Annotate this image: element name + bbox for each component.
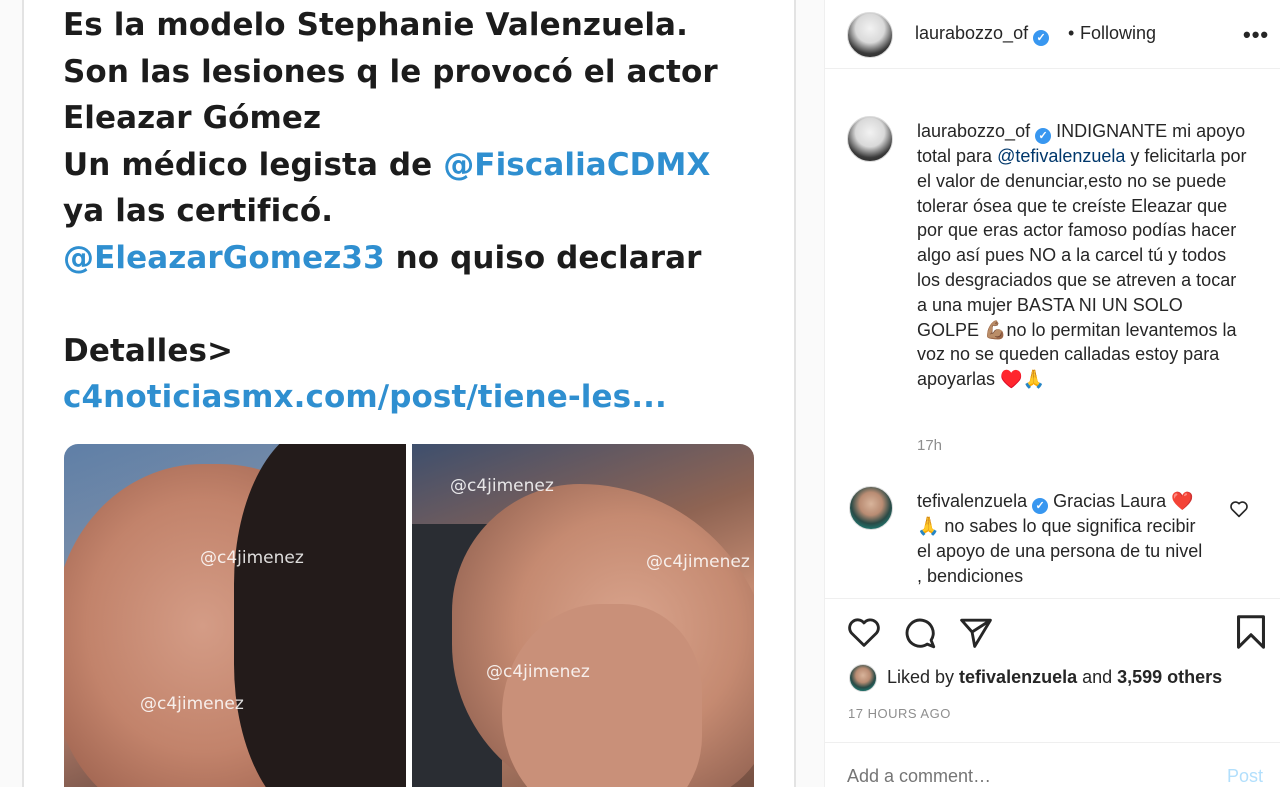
likes-prefix: Liked by — [887, 667, 960, 687]
verified-badge-icon: ✓ — [1032, 498, 1049, 514]
tweet-photo-face: @c4jimenez @c4jimenez — [64, 444, 406, 787]
post-timestamp[interactable]: 17 HOURS AGO — [848, 706, 951, 721]
liked-by-avatar[interactable] — [849, 664, 877, 692]
likes-others[interactable]: 3,599 others — [1117, 667, 1222, 687]
add-comment-row: Post — [825, 742, 1280, 787]
likes-user[interactable]: tefivalenzuela — [959, 667, 1077, 687]
watermark-3: @c4jimenez — [450, 476, 554, 496]
tweet-line-6-text: no quiso declarar — [384, 239, 702, 276]
verified-badge-icon: ✓ — [1035, 128, 1052, 144]
tweet-line-3: Eleazar Gómez — [63, 100, 322, 136]
media-frame-right — [794, 0, 796, 787]
watermark-4: @c4jimenez — [646, 552, 750, 572]
post-sidebar: laurabozzo_of ✓ • Following ••• laurabozz… — [824, 0, 1280, 787]
reply-comment: tefivalenzuela ✓ Gracias Laura ❤️🙏 no sab… — [917, 489, 1207, 588]
more-horizontal-icon[interactable]: ••• — [1243, 22, 1269, 48]
tweet-mention-eleazar: @EleazarGomez33 — [63, 239, 385, 276]
tweet-link: c4noticiasmx.com/post/tiene-les... — [63, 379, 667, 415]
like-heart-icon[interactable] — [847, 617, 881, 648]
header-username-text[interactable]: laurabozzo_of — [915, 23, 1028, 43]
post-comment-button[interactable]: Post — [1227, 766, 1263, 787]
likes-summary: Liked by tefivalenzuela and 3,599 others — [887, 667, 1222, 688]
watermark-1: @c4jimenez — [200, 548, 304, 568]
caption-time[interactable]: 17h — [917, 437, 942, 454]
tweet-details: Detalles> — [63, 332, 234, 369]
tweet-line-4-text: Un médico legista de — [63, 146, 444, 183]
reply-username[interactable]: tefivalenzuela — [917, 491, 1027, 511]
post-media[interactable]: Es la modelo Stephanie Valenzuela. Son l… — [0, 0, 824, 787]
save-bookmark-icon[interactable] — [1235, 614, 1267, 650]
verified-badge-icon: ✓ — [1033, 30, 1050, 46]
tweet-line-1: Es la modelo Stephanie Valenzuela. — [63, 7, 688, 43]
reply-avatar[interactable] — [849, 486, 893, 530]
caption-text-post: y felicitarla por el valor de denunciar,… — [917, 146, 1247, 390]
tweet-spacer — [63, 281, 763, 328]
like-comment-heart-icon[interactable] — [1229, 500, 1249, 518]
caption-avatar[interactable] — [847, 116, 893, 162]
share-paper-plane-icon[interactable] — [959, 616, 993, 648]
tweet-line-5: ya las certificó. — [63, 193, 334, 229]
actions-divider — [825, 598, 1280, 599]
tweet-line-4: Un médico legista de @FiscaliaCDMX — [63, 142, 763, 189]
header-separator: • — [1068, 23, 1075, 43]
watermark-2: @c4jimenez — [140, 694, 244, 714]
likes-mid: and — [1077, 667, 1118, 687]
post-header: laurabozzo_of ✓ • Following ••• — [825, 0, 1280, 69]
header-username[interactable]: laurabozzo_of ✓ — [915, 23, 1050, 46]
tweet-line-2: Son las lesiones q le provocó el actor — [63, 53, 718, 90]
tweet-text: Es la modelo Stephanie Valenzuela. Son l… — [63, 2, 763, 421]
hair-shape — [234, 444, 406, 787]
tweet-line-6: @EleazarGomez33 no quiso declarar — [63, 235, 763, 282]
caption: laurabozzo_of ✓ INDIGNANTE mi apoyo total… — [917, 119, 1247, 392]
watermark-5: @c4jimenez — [486, 662, 590, 682]
comment-bubble-icon[interactable] — [903, 616, 937, 650]
add-comment-input[interactable] — [847, 766, 1167, 787]
tweet-photo-neck: @c4jimenez @c4jimenez @c4jimenez — [412, 444, 754, 787]
caption-mention[interactable]: @tefivalenzuela — [997, 146, 1125, 166]
tweet-mention-fiscalia: @FiscaliaCDMX — [443, 146, 711, 183]
caption-username[interactable]: laurabozzo_of — [917, 121, 1030, 141]
avatar[interactable] — [847, 12, 893, 58]
following-button[interactable]: Following — [1080, 23, 1156, 44]
